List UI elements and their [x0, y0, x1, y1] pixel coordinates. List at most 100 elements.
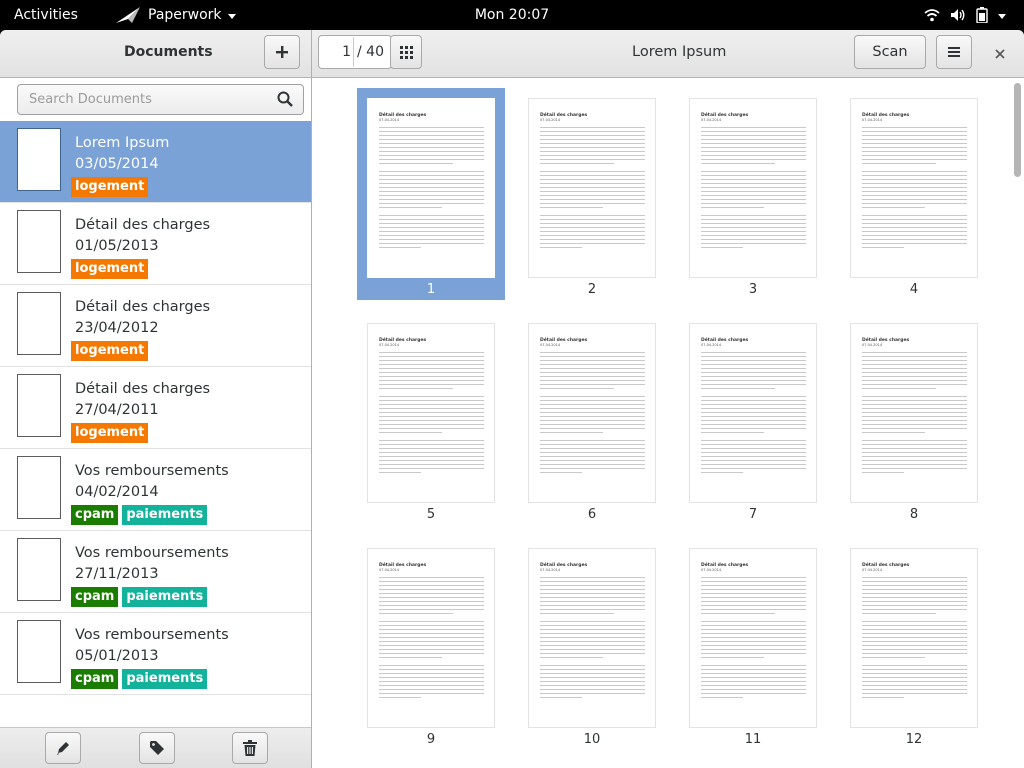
document-thumbnail	[17, 538, 61, 601]
top-bar: Activities Paperwork Mon 20:07	[0, 0, 1024, 30]
app-menu-label: Paperwork	[148, 7, 222, 23]
search-box	[17, 84, 304, 115]
page-number-label: 3	[748, 282, 758, 297]
grid-view-button[interactable]	[390, 35, 422, 69]
document-date-label: 03/05/2014	[75, 156, 159, 172]
page-thumbnail[interactable]: Détail des charges 07.04.2014 9	[357, 538, 505, 750]
page-number-label: 11	[744, 732, 762, 747]
page-preview: Détail des charges 07.04.2014	[850, 323, 978, 503]
page-number-label: 4	[909, 282, 919, 297]
tag-badge: paiements	[122, 505, 208, 525]
page-preview-subheading: 07.04.2014	[379, 343, 400, 347]
document-thumbnail	[17, 456, 61, 519]
battery-icon	[976, 7, 988, 23]
page-preview: Détail des charges 07.04.2014	[689, 323, 817, 503]
page-thumbnail[interactable]: Détail des charges 07.04.2014 12	[840, 538, 988, 750]
page-thumbnail[interactable]: Détail des charges 07.04.2014 4	[840, 88, 988, 300]
clock-label[interactable]: Mon 20:07	[475, 7, 549, 23]
page-preview: Détail des charges 07.04.2014	[689, 548, 817, 728]
document-title-label: Détail des charges	[75, 381, 211, 397]
document-tags: cpam paiements	[71, 505, 208, 525]
page-thumbnail[interactable]: Détail des charges 07.04.2014 7	[679, 313, 827, 525]
page-number-label: 6	[587, 507, 597, 522]
document-list: Lorem Ipsum 03/05/2014 logement Détail des …	[0, 121, 311, 695]
document-thumbnail	[17, 374, 61, 437]
tag-badge: logement	[71, 177, 149, 197]
sidebar-title: Documents	[124, 44, 213, 60]
page-preview: Détail des charges 07.04.2014	[528, 98, 656, 278]
document-title-label: Vos remboursements	[75, 545, 229, 561]
app-menu[interactable]: Paperwork	[114, 4, 236, 26]
page-thumbnail[interactable]: Détail des charges 07.04.2014 6	[518, 313, 666, 525]
document-tags: logement	[71, 341, 149, 361]
page-preview: Détail des charges 07.04.2014	[367, 98, 495, 278]
document-list-item[interactable]: Détail des charges 27/04/2011 logement	[0, 367, 311, 449]
document-thumbnail	[17, 210, 61, 273]
document-thumbnail	[17, 620, 61, 683]
document-date-label: 27/11/2013	[75, 566, 159, 582]
page-preview: Détail des charges 07.04.2014	[528, 548, 656, 728]
page-preview-subheading: 07.04.2014	[862, 343, 883, 347]
tag-badge: logement	[71, 341, 149, 361]
new-document-button[interactable]	[264, 35, 300, 69]
document-date-label: 23/04/2012	[75, 320, 159, 336]
page-thumbnail-grid: Détail des charges 07.04.2014 1 Détail des …	[312, 79, 1010, 768]
document-tags: logement	[71, 259, 149, 279]
document-list-item[interactable]: Vos remboursements 04/02/2014 cpam paiement…	[0, 449, 311, 531]
scrollbar-thumb[interactable]	[1014, 83, 1021, 177]
page-grid-scrollbar[interactable]	[1011, 79, 1024, 768]
page-thumbnail[interactable]: Détail des charges 07.04.2014 5	[357, 313, 505, 525]
page-thumbnail[interactable]: Détail des charges 07.04.2014 11	[679, 538, 827, 750]
document-tags: logement	[71, 423, 149, 443]
page-number-label: 10	[583, 732, 601, 747]
page-preview-subheading: 07.04.2014	[701, 568, 722, 572]
page-number-box: 1 / 40	[318, 35, 392, 69]
document-date-label: 01/05/2013	[75, 238, 159, 254]
search-area	[0, 79, 311, 121]
page-thumbnail[interactable]: Détail des charges 07.04.2014 10	[518, 538, 666, 750]
tag-badge: logement	[71, 259, 149, 279]
page-preview: Détail des charges 07.04.2014	[850, 98, 978, 278]
document-title-label: Détail des charges	[75, 217, 211, 233]
page-thumbnail[interactable]: Détail des charges 07.04.2014 2	[518, 88, 666, 300]
page-preview: Détail des charges 07.04.2014	[850, 548, 978, 728]
delete-document-button[interactable]	[232, 732, 268, 764]
page-number-label: 1	[426, 282, 436, 297]
page-preview: Détail des charges 07.04.2014	[367, 323, 495, 503]
tag-badge: logement	[71, 423, 149, 443]
document-tags: logement	[71, 177, 149, 197]
document-list-item[interactable]: Détail des charges 01/05/2013 logement	[0, 203, 311, 285]
page-thumbnail[interactable]: Détail des charges 07.04.2014 8	[840, 313, 988, 525]
page-number-label: 8	[909, 507, 919, 522]
volume-icon	[951, 9, 965, 21]
search-input[interactable]	[18, 85, 268, 114]
close-icon	[995, 49, 1005, 59]
page-preview-subheading: 07.04.2014	[701, 118, 722, 122]
document-list-item[interactable]: Vos remboursements 05/01/2013 cpam paiement…	[0, 613, 311, 695]
tag-badge: paiements	[122, 669, 208, 689]
page-number-input[interactable]: 1	[320, 37, 354, 67]
edit-document-button[interactable]	[45, 732, 81, 764]
system-tray[interactable]	[924, 5, 1006, 25]
system-menu-chevron-icon	[998, 13, 1006, 19]
page-thumbnail[interactable]: Détail des charges 07.04.2014 3	[679, 88, 827, 300]
document-title-label: Vos remboursements	[75, 463, 229, 479]
search-icon[interactable]	[277, 91, 293, 107]
document-list-item[interactable]: Vos remboursements 27/11/2013 cpam paiement…	[0, 531, 311, 613]
close-window-button[interactable]	[990, 44, 1010, 64]
wifi-icon	[924, 9, 940, 22]
document-thumbnail	[17, 128, 61, 191]
page-preview: Détail des charges 07.04.2014	[528, 323, 656, 503]
page-thumbnail[interactable]: Détail des charges 07.04.2014 1	[357, 88, 505, 300]
menu-button[interactable]	[936, 35, 972, 69]
scan-button[interactable]: Scan	[854, 35, 926, 69]
chevron-down-icon	[227, 13, 236, 19]
document-list-item[interactable]: Détail des charges 23/04/2012 logement	[0, 285, 311, 367]
activities-button[interactable]: Activities	[14, 7, 78, 23]
hamburger-menu-icon	[948, 47, 960, 57]
edit-tags-button[interactable]	[139, 732, 175, 764]
paperwork-logo-icon	[116, 7, 140, 23]
page-preview: Détail des charges 07.04.2014	[367, 548, 495, 728]
grid-icon	[399, 45, 413, 59]
document-list-item[interactable]: Lorem Ipsum 03/05/2014 logement	[0, 121, 311, 203]
